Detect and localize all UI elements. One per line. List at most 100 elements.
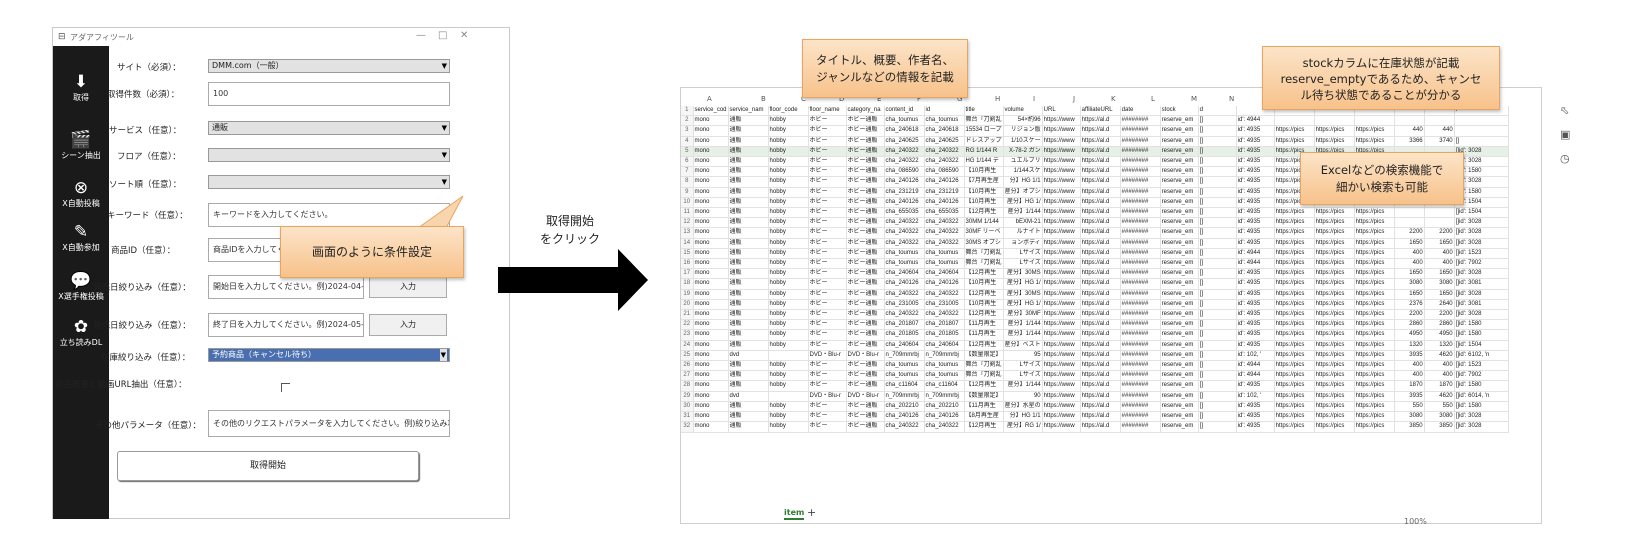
table-cell[interactable]: ホビー bbox=[808, 136, 847, 147]
table-cell[interactable]: cha_toumus bbox=[884, 370, 925, 382]
table-cell[interactable]: ホビー bbox=[808, 380, 847, 392]
table-cell[interactable]: https://pics bbox=[1314, 360, 1355, 372]
table-cell[interactable]: cha_c11604 bbox=[924, 380, 965, 392]
count-input[interactable]: 100 bbox=[208, 82, 450, 106]
table-cell[interactable]: 産分】オプシ bbox=[1003, 187, 1043, 198]
column-header-cell[interactable]: date bbox=[1120, 106, 1161, 117]
table-cell[interactable]: https://pics bbox=[1314, 289, 1355, 300]
table-cell[interactable]: 400 bbox=[1424, 258, 1455, 270]
row-number[interactable]: 6 bbox=[681, 156, 694, 168]
table-cell[interactable]: https://www bbox=[1042, 258, 1081, 270]
table-cell[interactable]: ######## bbox=[1120, 370, 1161, 382]
table-cell[interactable]: ホビー通販 bbox=[846, 146, 885, 158]
table-cell[interactable] bbox=[1454, 115, 1509, 127]
table-cell[interactable]: 3080 bbox=[1394, 411, 1425, 423]
table-cell[interactable]: hobby bbox=[768, 360, 809, 372]
table-cell[interactable]: 通販 bbox=[728, 411, 769, 423]
table-cell[interactable]: id': 4935 bbox=[1236, 136, 1275, 147]
table-cell[interactable]: cha_240322 bbox=[924, 156, 965, 168]
table-cell[interactable]: 440 bbox=[1394, 125, 1425, 137]
table-cell[interactable]: ホビー通販 bbox=[846, 340, 885, 351]
table-cell[interactable]: cha_240322 bbox=[884, 421, 925, 433]
table-cell[interactable]: mono bbox=[693, 309, 729, 321]
table-cell[interactable]: 3740 bbox=[1424, 136, 1455, 147]
row-number[interactable]: 8 bbox=[681, 176, 694, 188]
table-cell[interactable]: ホビー bbox=[808, 340, 847, 351]
table-cell[interactable]: ホビー通販 bbox=[846, 197, 885, 209]
table-cell[interactable]: hobby bbox=[768, 176, 809, 188]
table-cell[interactable]: 通販 bbox=[728, 115, 769, 127]
table-cell[interactable]: ョンボディ bbox=[1003, 238, 1043, 249]
row-number[interactable]: 9 bbox=[681, 187, 694, 198]
table-cell[interactable]: id': 4935 bbox=[1236, 268, 1275, 280]
row-number[interactable]: 2 bbox=[681, 115, 694, 127]
table-cell[interactable]: 4950 bbox=[1424, 329, 1455, 341]
row-number[interactable]: 3 bbox=[681, 125, 694, 137]
table-cell[interactable]: https://pics bbox=[1354, 125, 1395, 137]
table-cell[interactable]: https://al.d bbox=[1080, 360, 1121, 372]
table-cell[interactable]: https://al.d bbox=[1080, 176, 1121, 188]
table-cell[interactable]: mono bbox=[693, 380, 729, 392]
table-cell[interactable]: hobby bbox=[768, 136, 809, 147]
table-cell[interactable]: [] bbox=[1198, 421, 1237, 433]
table-cell[interactable]: リジョン版 bbox=[1003, 125, 1043, 137]
table-cell[interactable]: https://pics bbox=[1354, 248, 1395, 260]
table-cell[interactable]: ホビー bbox=[808, 217, 847, 229]
table-cell[interactable]: cha_231219 bbox=[924, 187, 965, 198]
table-cell[interactable]: reserve_em bbox=[1160, 289, 1199, 300]
table-cell[interactable]: https://pics bbox=[1274, 401, 1315, 413]
table-cell[interactable]: https://www bbox=[1042, 329, 1081, 341]
table-cell[interactable]: id': 4935 bbox=[1236, 380, 1275, 392]
table-cell[interactable]: https://pics bbox=[1354, 329, 1395, 341]
table-cell[interactable]: cha_231005 bbox=[884, 299, 925, 311]
table-cell[interactable]: https://pics bbox=[1274, 329, 1315, 341]
table-cell[interactable]: 産分】1/144 bbox=[1003, 319, 1043, 331]
table-cell[interactable]: 3850 bbox=[1394, 421, 1425, 433]
row-number[interactable]: 13 bbox=[681, 227, 694, 239]
row-number[interactable]: 16 bbox=[681, 258, 694, 270]
table-cell[interactable]: 1650 bbox=[1424, 289, 1455, 300]
table-cell[interactable]: 通販 bbox=[728, 299, 769, 311]
table-cell[interactable]: https://www bbox=[1042, 197, 1081, 209]
table-cell[interactable] bbox=[1394, 217, 1425, 229]
table-cell[interactable]: https://pics bbox=[1354, 299, 1395, 311]
column-header-cell[interactable]: stock bbox=[1160, 106, 1199, 117]
table-cell[interactable]: https://al.d bbox=[1080, 248, 1121, 260]
table-cell[interactable]: 1650 bbox=[1394, 268, 1425, 280]
table-cell[interactable]: 1650 bbox=[1424, 268, 1455, 280]
other-params-input[interactable]: その他のリクエストパラメータを入力してください。例)絞り込み項目 bbox=[208, 410, 450, 437]
table-cell[interactable]: 通販 bbox=[728, 176, 769, 188]
table-cell[interactable]: cha_231219 bbox=[884, 187, 925, 198]
table-cell[interactable]: ホビー bbox=[808, 289, 847, 300]
table-cell[interactable]: 通販 bbox=[728, 340, 769, 351]
table-cell[interactable]: id': 4935 bbox=[1236, 299, 1275, 311]
table-cell[interactable]: cha_240604 bbox=[884, 340, 925, 351]
table-cell[interactable]: [] bbox=[1198, 176, 1237, 188]
table-cell[interactable]: cha_240322 bbox=[924, 421, 965, 433]
table-cell[interactable]: ホビー bbox=[808, 146, 847, 158]
table-cell[interactable]: 1650 bbox=[1394, 238, 1425, 249]
table-cell[interactable]: cha_240322 bbox=[884, 146, 925, 158]
table-cell[interactable]: hobby bbox=[768, 268, 809, 280]
table-cell[interactable]: HG 1/144 デ bbox=[964, 156, 1004, 168]
table-cell[interactable]: https://pics bbox=[1274, 340, 1315, 351]
row-number[interactable]: 32 bbox=[681, 421, 694, 433]
table-cell[interactable]: ホビー通販 bbox=[846, 370, 885, 382]
table-cell[interactable]: mono bbox=[693, 197, 729, 209]
table-cell[interactable]: DVD・Blu-r bbox=[846, 350, 885, 362]
table-cell[interactable]: ホビー通販 bbox=[846, 156, 885, 168]
table-cell[interactable]: ######## bbox=[1120, 238, 1161, 249]
table-cell[interactable]: https://pics bbox=[1314, 370, 1355, 382]
row-number[interactable]: 19 bbox=[681, 289, 694, 300]
table-cell[interactable]: reserve_em bbox=[1160, 309, 1199, 321]
table-cell[interactable]: 産分】1/144 bbox=[1003, 380, 1043, 392]
table-cell[interactable]: ######## bbox=[1120, 156, 1161, 168]
table-cell[interactable]: Lサイズ bbox=[1003, 370, 1043, 382]
table-cell[interactable]: mono bbox=[693, 360, 729, 372]
table-cell[interactable]: id': 4935 bbox=[1236, 401, 1275, 413]
table-cell[interactable]: https://pics bbox=[1274, 268, 1315, 280]
table-cell[interactable]: []id': 3081 bbox=[1454, 299, 1509, 311]
table-cell[interactable]: 1/144スケ bbox=[1003, 166, 1043, 178]
column-header-cell[interactable]: category_na bbox=[846, 106, 885, 117]
table-cell[interactable]: 3080 bbox=[1424, 411, 1455, 423]
